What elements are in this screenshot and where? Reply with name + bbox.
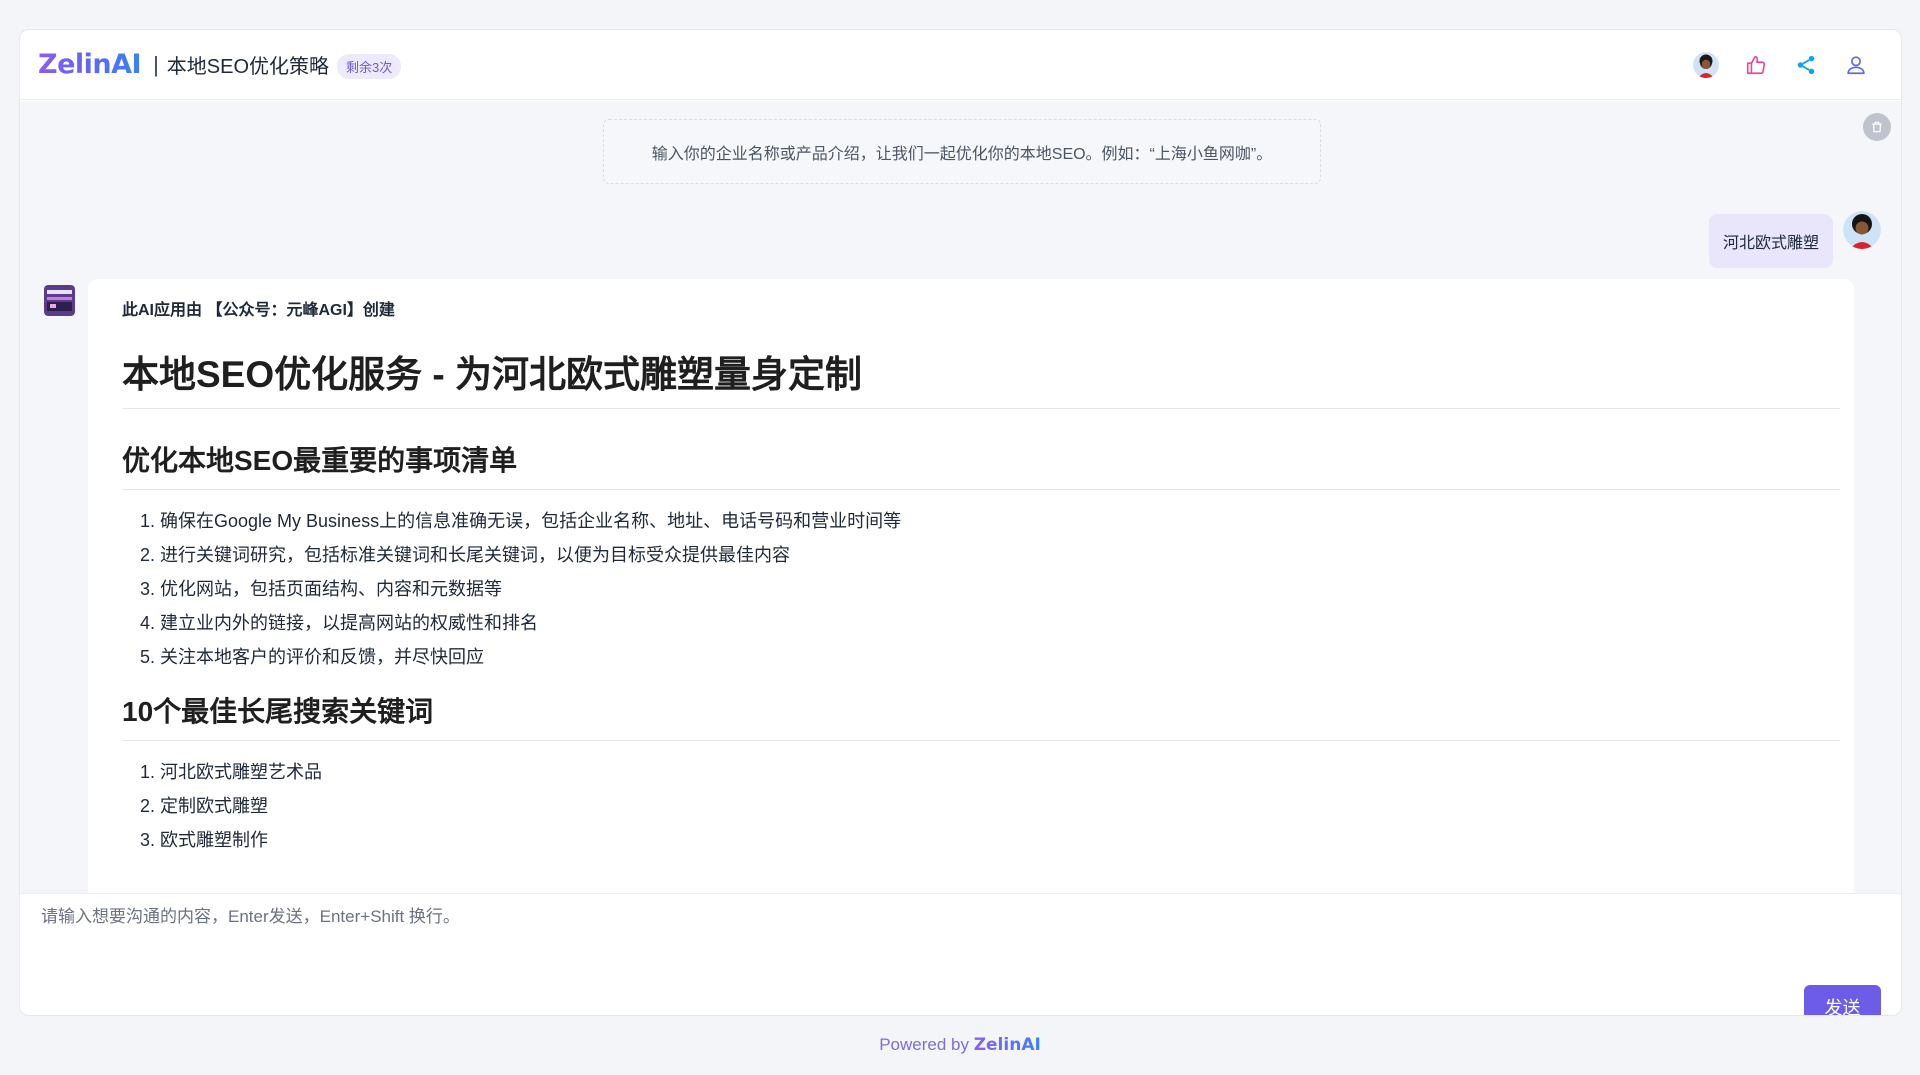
header: ZelinAI | 本地SEO优化策略 剩余3次 [20, 30, 1901, 100]
clear-chat-button[interactable] [1863, 113, 1891, 141]
footer: Powered by ZelinAI [0, 1035, 1920, 1055]
user-message-row: 河北欧式雕塑 [1708, 211, 1881, 268]
list-item: 1. 确保在Google My Business上的信息准确无误，包括企业名称、地… [140, 511, 902, 531]
header-actions [1693, 30, 1869, 100]
user-avatar [1843, 211, 1881, 249]
like-button[interactable] [1743, 52, 1769, 78]
user-button[interactable] [1843, 52, 1869, 78]
keyword-list: 1. 河北欧式雕塑艺术品 2. 定制欧式雕塑 3. 欧式雕塑制作 [122, 755, 1840, 857]
app-window: ZelinAI | 本地SEO优化策略 剩余3次 输入你的企业名称或产品介绍，让… [19, 29, 1902, 1016]
share-icon [1797, 55, 1815, 75]
section-heading-checklist: 优化本地SEO最重要的事项清单 [122, 439, 1840, 490]
list-item: 3. 欧式雕塑制作 [140, 830, 268, 850]
message-input[interactable] [41, 907, 1741, 927]
list-item: 4. 建立业内外的链接，以提高网站的权威性和排名 [140, 613, 538, 633]
powered-by-text: Powered by [879, 1035, 969, 1054]
thumbs-up-icon [1746, 55, 1766, 75]
chat-area[interactable]: 输入你的企业名称或产品介绍，让我们一起优化你的本地SEO。例如：“上海小鱼网咖”… [20, 101, 1901, 899]
section-heading-keywords: 10个最佳长尾搜索关键词 [122, 690, 1840, 741]
list-item: 1. 河北欧式雕塑艺术品 [140, 762, 322, 782]
remaining-uses-badge: 剩余3次 [337, 54, 402, 79]
zelinai-logo[interactable]: ZelinAI [38, 49, 142, 80]
avatar-icon [1693, 52, 1719, 78]
bot-avatar [44, 285, 75, 316]
page-title: 本地SEO优化策略 [166, 56, 330, 78]
list-item: 2. 进行关键词研究，包括标准关键词和长尾关键词，以便为目标受众提供最佳内容 [140, 545, 790, 565]
send-button[interactable]: 发送 [1804, 985, 1881, 1015]
bot-message-card: 此AI应用由 【公众号：元峰AGI】创建 本地SEO优化服务 - 为河北欧式雕塑… [88, 279, 1854, 899]
footer-brand-link[interactable]: ZelinAI [974, 1035, 1041, 1055]
creator-note: 此AI应用由 【公众号：元峰AGI】创建 [122, 302, 395, 319]
prompt-hint: 输入你的企业名称或产品介绍，让我们一起优化你的本地SEO。例如：“上海小鱼网咖”… [603, 119, 1321, 184]
user-icon [1847, 56, 1865, 75]
list-item: 2. 定制欧式雕塑 [140, 796, 268, 816]
list-item: 5. 关注本地客户的评价和反馈，并尽快回应 [140, 647, 484, 667]
response-heading: 本地SEO优化服务 - 为河北欧式雕塑量身定制 [122, 344, 1840, 409]
header-avatar[interactable] [1693, 52, 1719, 78]
checklist: 1. 确保在Google My Business上的信息准确无误，包括企业名称、地… [122, 504, 1840, 674]
input-area: 发送 [20, 893, 1901, 1015]
user-message-bubble: 河北欧式雕塑 [1708, 214, 1833, 268]
list-item: 3. 优化网站，包括页面结构、内容和元数据等 [140, 579, 502, 599]
share-button[interactable] [1793, 52, 1819, 78]
title-separator: | [153, 51, 159, 77]
trash-icon [1872, 121, 1882, 133]
